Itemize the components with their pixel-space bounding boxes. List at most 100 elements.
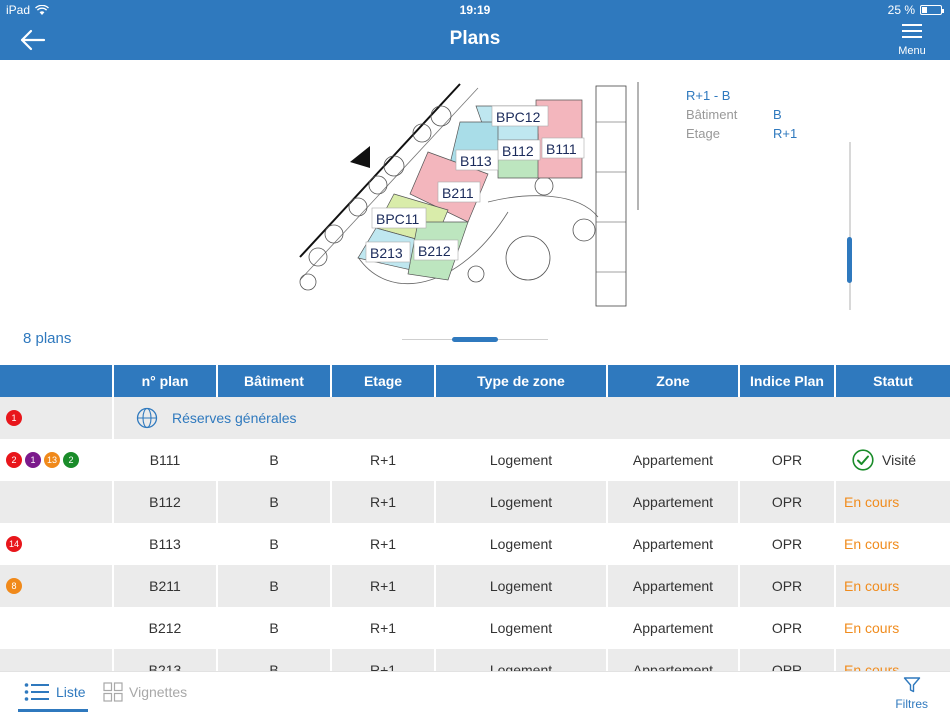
menu-button[interactable]: Menu	[892, 23, 932, 57]
plan-label-b213[interactable]: B213	[370, 245, 403, 261]
reserve-count-badge: 1	[6, 410, 22, 426]
battery-percent: 25 %	[887, 3, 915, 17]
tab-list[interactable]: Liste	[18, 672, 88, 712]
clock: 19:19	[459, 3, 491, 17]
floor-plan[interactable]: BPC12 B112 B111 B113 B211 BPC11 B213 B21…	[298, 82, 650, 310]
list-icon	[24, 683, 49, 701]
plan-number-cell: B111	[114, 439, 218, 481]
menu-label: Menu	[898, 45, 926, 57]
check-circle-icon	[852, 449, 874, 471]
plan-label-bpc11[interactable]: BPC11	[376, 211, 420, 227]
batiment-cell: B	[218, 439, 332, 481]
badge-cell	[0, 481, 114, 523]
badge-cell: 2 1 13 2	[0, 439, 114, 481]
header-cell[interactable]: Etage	[332, 365, 436, 397]
zone-type-cell: Logement	[436, 607, 608, 649]
zone-type-cell: Logement	[436, 565, 608, 607]
table-row[interactable]: B213 B R+1 Logement Appartement OPR En cours	[0, 649, 950, 671]
status-text: En cours	[844, 662, 900, 671]
plan-count: 8 plans	[23, 330, 72, 347]
plan-number-cell: B212	[114, 607, 218, 649]
batiment-cell: B	[218, 565, 332, 607]
status-text: En cours	[844, 536, 900, 552]
plan-index-cell: OPR	[740, 649, 836, 671]
plan-label-b111[interactable]: B111	[546, 141, 577, 157]
etage-cell: R+1	[332, 649, 436, 671]
grid-icon	[103, 682, 123, 702]
plan-label-bpc12[interactable]: BPC12	[496, 109, 541, 125]
badge-cell	[0, 649, 114, 671]
zoom-slider-thumb[interactable]	[847, 237, 852, 283]
etage-value: R+1	[773, 126, 798, 141]
zone-cell: Appartement	[608, 439, 740, 481]
zone-cell: Appartement	[608, 607, 740, 649]
reserve-count-badge: 2	[6, 452, 22, 468]
batiment-value: B	[773, 107, 782, 122]
back-button[interactable]	[18, 26, 48, 54]
zone-type-cell: Logement	[436, 649, 608, 671]
reserve-count-badge: 8	[6, 578, 22, 594]
batiment-cell: B	[218, 607, 332, 649]
table-header: n° plan Bâtiment Etage Type de zone Zone…	[0, 365, 950, 397]
plan-index-cell: OPR	[740, 523, 836, 565]
table-row[interactable]: B212 B R+1 Logement Appartement OPR En cours	[0, 607, 950, 649]
plan-info: R+1 - B Bâtiment B Etage R+1	[686, 86, 797, 143]
header-cell[interactable]: Indice Plan	[740, 365, 836, 397]
status-text: Visité	[882, 452, 916, 468]
zone-cell: Appartement	[608, 523, 740, 565]
table-row[interactable]: 2 1 13 2 B111 B R+1 Logement Appartement OPR Visit…	[0, 439, 950, 481]
page-title: Plans	[449, 28, 501, 49]
status-cell: En cours	[836, 523, 950, 565]
header-cell[interactable]: Zone	[608, 365, 740, 397]
badge-cell: 14	[0, 523, 114, 565]
hamburger-icon	[902, 24, 922, 38]
table-row[interactable]: 8 B211 B R+1 Logement Appartement OPR En cours	[0, 565, 950, 607]
plan-index-cell: OPR	[740, 607, 836, 649]
plans-table: n° plan Bâtiment Etage Type de zone Zone…	[0, 365, 950, 671]
battery-icon	[920, 5, 944, 15]
batiment-cell: B	[218, 649, 332, 671]
tab-thumbnails-label: Vignettes	[129, 684, 188, 700]
plan-label-b211[interactable]: B211	[442, 185, 474, 201]
filters-label: Filtres	[895, 697, 928, 711]
table-row[interactable]: B112 B R+1 Logement Appartement OPR En cours	[0, 481, 950, 523]
plan-number-cell: B211	[114, 565, 218, 607]
reserve-count-badge: 2	[63, 452, 79, 468]
plan-pager-thumb[interactable]	[452, 337, 498, 342]
status-cell: En cours	[836, 481, 950, 523]
plan-index-cell: OPR	[740, 439, 836, 481]
zone-cell: Appartement	[608, 565, 740, 607]
zone-type-cell: Logement	[436, 439, 608, 481]
header-cell[interactable]: Bâtiment	[218, 365, 332, 397]
arrow-left-icon	[20, 29, 46, 51]
header-cell[interactable]: Statut	[836, 365, 950, 397]
plan-number-cell: B112	[114, 481, 218, 523]
status-bar: iPad 19:19 25 %	[0, 0, 950, 20]
reserve-count-badge: 1	[25, 452, 41, 468]
tab-thumbnails[interactable]: Vignettes	[103, 672, 187, 712]
general-reserves-row[interactable]: 1 Réserves générales	[0, 397, 950, 439]
table-row[interactable]: 14 B113 B R+1 Logement Appartement OPR En cours	[0, 523, 950, 565]
plan-label-b212[interactable]: B212	[418, 243, 451, 259]
zone-cell: Appartement	[608, 481, 740, 523]
reserve-count-badge: 13	[44, 452, 60, 468]
header-cell[interactable]	[0, 365, 114, 397]
zone-cell: Appartement	[608, 649, 740, 671]
plan-viewer: BPC12 B112 B111 B113 B211 BPC11 B213 B21…	[0, 60, 950, 322]
badge-cell: 8	[0, 565, 114, 607]
plan-index-cell: OPR	[740, 481, 836, 523]
filters-button[interactable]: Filtres	[895, 676, 928, 711]
tab-list-label: Liste	[56, 684, 86, 700]
plan-label-b112[interactable]: B112	[502, 143, 534, 159]
nav-bar: Plans Menu	[0, 20, 950, 60]
status-cell: En cours	[836, 607, 950, 649]
header-cell[interactable]: Type de zone	[436, 365, 608, 397]
plan-current: R+1 - B	[686, 88, 731, 103]
status-text: En cours	[844, 494, 900, 510]
plan-label-b113[interactable]: B113	[460, 153, 492, 169]
header-cell[interactable]: n° plan	[114, 365, 218, 397]
bottom-tab-bar: Liste Vignettes Filtres	[0, 671, 950, 712]
status-cell: En cours	[836, 565, 950, 607]
plan-index-cell: OPR	[740, 565, 836, 607]
zoom-track[interactable]	[849, 142, 851, 310]
